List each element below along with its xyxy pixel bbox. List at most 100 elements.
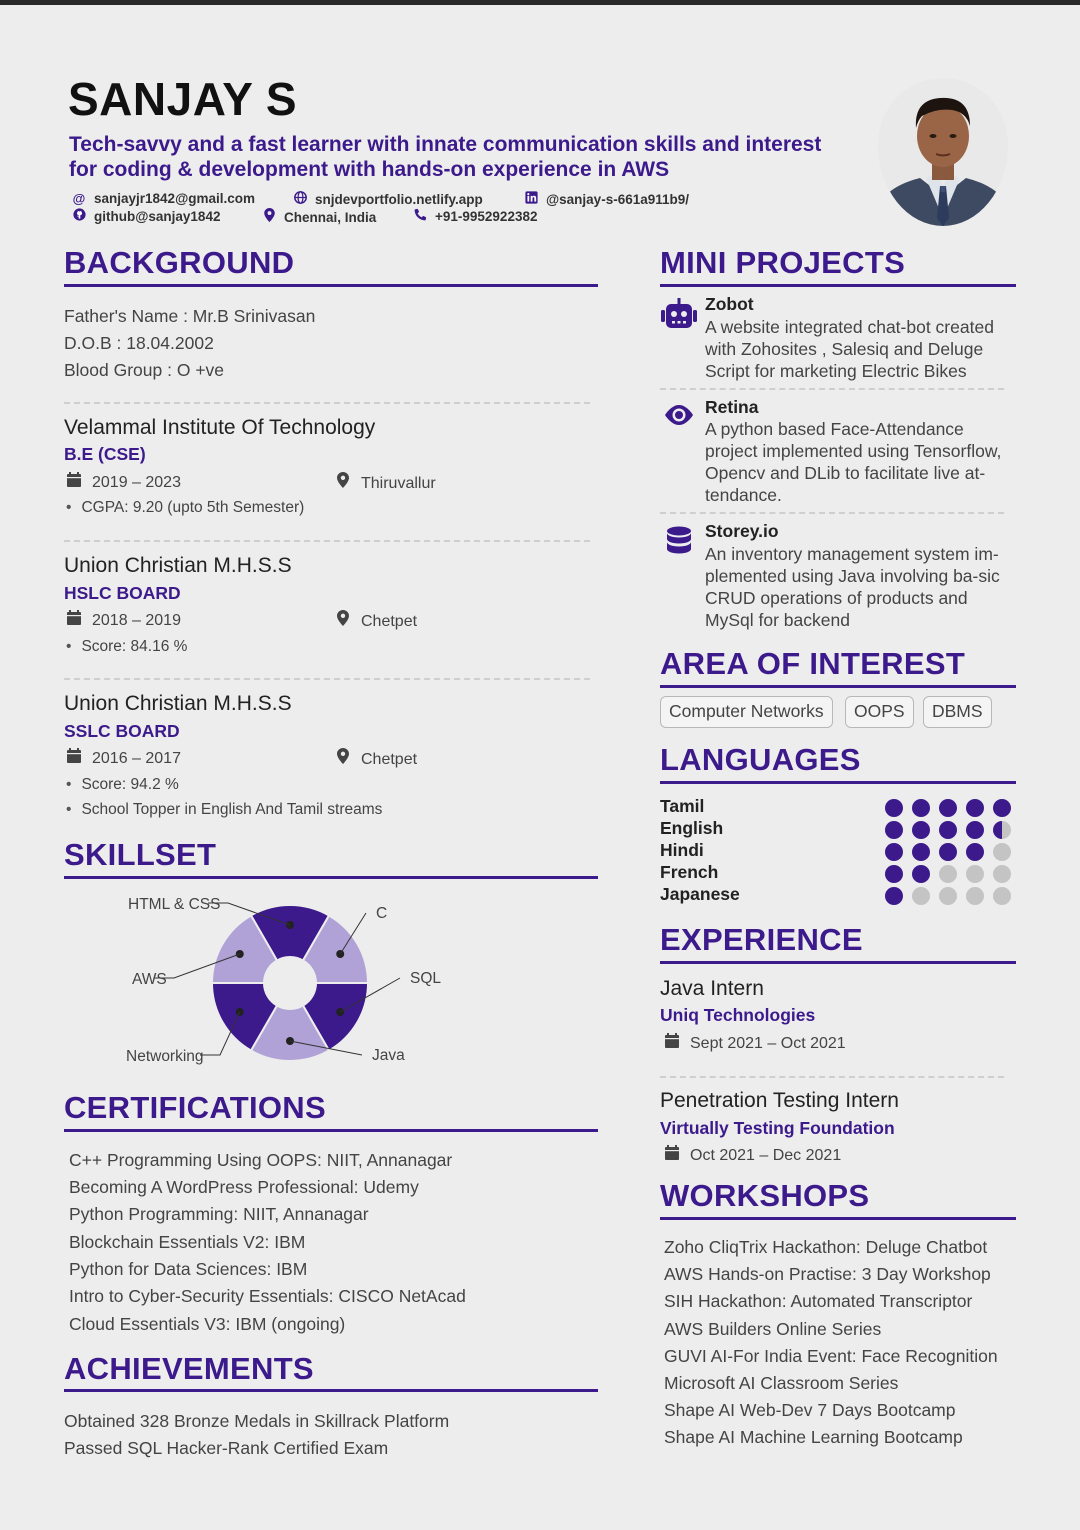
skillset-heading: SKILLSET [64,837,217,872]
language-level-dot [993,821,1011,839]
map-pin-icon [335,748,351,769]
language-level-dot [885,799,903,817]
language-level-dot [993,865,1011,883]
language-level-dot [966,843,984,861]
institution-name: Union Christian M.H.S.S [64,554,292,577]
workshops-rule [660,1217,1016,1220]
divider [64,540,590,542]
job-dates: Oct 2021 – Dec 2021 [664,1145,841,1165]
projects-heading: MINI PROJECTS [660,245,906,280]
portfolio-contact[interactable]: snjdevportfolio.netlify.app [293,191,483,207]
language-level-dot [966,887,984,905]
location-contact: Chennai, India [262,208,376,225]
institution-name: Union Christian M.H.S.S [64,692,292,715]
language-level-dot [939,821,957,839]
education-years: 2016 – 2017 [66,748,181,768]
education-place: Chetpet [335,610,417,631]
language-level-dot [912,821,930,839]
map-pin-icon [262,208,276,225]
language-level-dot [966,865,984,883]
degree: HSLC BOARD [64,583,181,603]
company-name: Uniq Technologies [660,1005,816,1025]
language-level-dot [885,821,903,839]
robot-icon [661,298,697,334]
calendar-icon [66,472,82,492]
database-icon [666,526,702,562]
chart-category-label: HTML & CSS [128,896,220,913]
project-title: Zobot [705,294,754,314]
project-description: A website integrated chat-bot created wi… [705,317,994,381]
projects-rule [660,284,1016,287]
divider [64,402,590,404]
phone-icon [413,208,427,224]
certification-item: C++ Programming Using OOPS: NIIT, Annana… [69,1150,453,1170]
education-detail: CGPA: 9.20 (upto 5th Semester) [66,499,304,517]
divider [660,388,1004,390]
language-level-dot [885,865,903,883]
language-level-dot [912,799,930,817]
language-name: English [660,818,724,838]
skillset-chart: HTML & CSS C SQL Java Networking AWS [126,896,441,1065]
language-level-dot [966,799,984,817]
phone-contact[interactable]: +91-9952922382 [413,208,537,224]
language-level-dot [939,843,957,861]
workshop-item: GUVI AI-For India Event: Face Recognitio… [664,1346,998,1366]
linkedin-text: @sanjay-s-661a911b9/ [546,192,690,207]
email-contact[interactable]: @ sanjayjr1842@gmail.com [72,191,255,206]
certification-item: Python for Data Sciences: IBM [69,1259,308,1279]
language-name: Hindi [660,840,704,860]
language-level-dot [993,799,1011,817]
phone-text: +91-9952922382 [435,209,538,224]
workshop-item: AWS Builders Online Series [664,1319,882,1339]
top-bar [0,0,1080,5]
project-description: An inventory management system im-plemen… [705,544,1000,630]
profile-photo [878,78,1008,226]
job-title: Java Intern [660,977,764,1000]
interest-tag: DBMS [923,696,992,728]
institution-name: Velammal Institute Of Technology [64,416,376,439]
education-detail: School Topper in English And Tamil strea… [66,801,382,819]
workshop-item: AWS Hands-on Practise: 3 Day Workshop [664,1264,991,1284]
linkedin-contact[interactable]: @sanjay-s-661a911b9/ [524,191,689,207]
language-level-dot [966,821,984,839]
job-dates: Sept 2021 – Oct 2021 [664,1033,846,1053]
education-detail: Score: 84.16 % [66,638,187,656]
language-level-dot [939,887,957,905]
education-place: Chetpet [335,748,417,769]
github-text: github@sanjay1842 [94,209,221,224]
skillset-rule [64,876,598,879]
certification-item: Cloud Essentials V3: IBM (ongoing) [69,1314,346,1334]
language-level-dot [885,887,903,905]
workshop-item: Microsoft AI Classroom Series [664,1373,899,1393]
candidate-name: SANJAY S [68,73,298,125]
divider [660,512,1004,514]
interest-heading: AREA OF INTEREST [660,646,966,681]
tagline: Tech-savvy and a fast learner with innat… [69,133,822,181]
certifications-rule [64,1129,598,1132]
language-level-dot [939,865,957,883]
calendar-icon [664,1033,680,1053]
company-name: Virtually Testing Foundation [660,1118,895,1138]
language-name: French [660,862,719,882]
achievements-rule [64,1389,598,1392]
workshop-item: Zoho CliqTrix Hackathon: Deluge Chatbot [664,1237,988,1257]
workshop-item: SIH Hackathon: Automated Transcriptor [664,1291,973,1311]
education-years: 2018 – 2019 [66,610,181,630]
language-level-dot [912,843,930,861]
job-title: Penetration Testing Intern [660,1089,899,1112]
calendar-icon [66,748,82,768]
blood-group: Blood Group : O +ve [64,360,225,380]
github-contact[interactable]: github@sanjay1842 [72,208,220,224]
workshops-heading: WORKSHOPS [660,1178,870,1213]
achievements-heading: ACHIEVEMENTS [64,1351,314,1386]
language-level-dot [912,865,930,883]
achievement-item: Passed SQL Hacker-Rank Certified Exam [64,1438,389,1458]
father-name: Father's Name : Mr.B Srinivasan [64,306,316,326]
chart-category-label: SQL [410,970,441,987]
email-text: sanjayjr1842@gmail.com [94,191,255,206]
workshop-item: Shape AI Web-Dev 7 Days Bootcamp [664,1400,956,1420]
education-detail: Score: 94.2 % [66,776,178,794]
map-pin-icon [335,610,351,631]
certification-item: Python Programming: NIIT, Annanagar [69,1204,369,1224]
language-level-dot [912,887,930,905]
